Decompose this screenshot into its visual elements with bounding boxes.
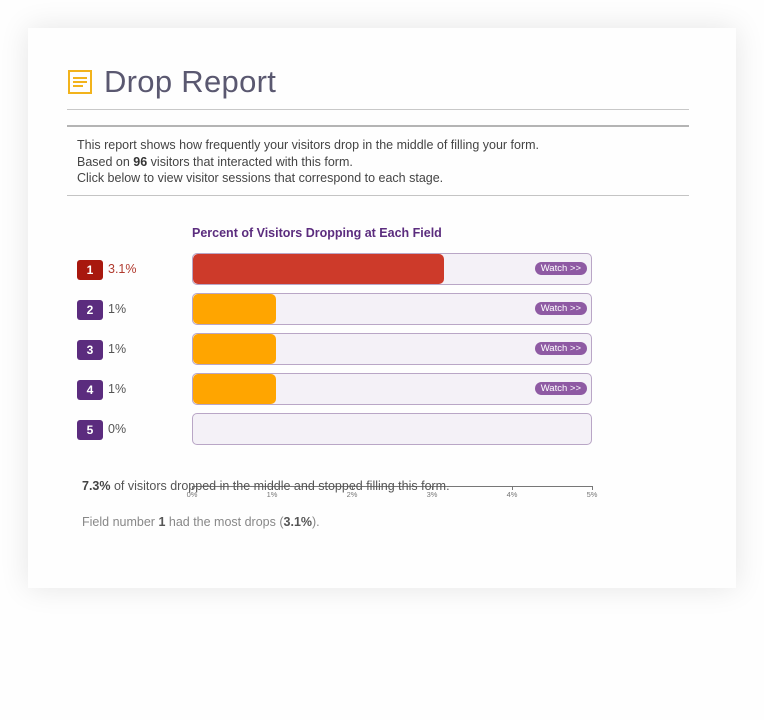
report-card: Drop Report This report shows how freque… bbox=[28, 28, 736, 588]
value-label: 0% bbox=[108, 422, 127, 436]
report-description: This report shows how frequently your vi… bbox=[77, 137, 539, 187]
chart-title: Percent of Visitors Dropping at Each Fie… bbox=[192, 226, 442, 240]
header: Drop Report bbox=[68, 62, 276, 102]
field-row: 3 1% Watch >> bbox=[77, 333, 597, 365]
x-tick-label: 5% bbox=[586, 490, 598, 499]
value-label: 1% bbox=[108, 382, 127, 396]
field-number-badge: 4 bbox=[77, 380, 103, 400]
bar-track: Watch >> bbox=[192, 253, 592, 285]
watch-button[interactable]: Watch >> bbox=[534, 342, 587, 355]
page-title: Drop Report bbox=[104, 64, 277, 99]
bar-track bbox=[192, 413, 592, 445]
divider bbox=[67, 195, 689, 196]
bar-track: Watch >> bbox=[192, 293, 592, 325]
field-number-badge: 5 bbox=[77, 420, 103, 440]
bar bbox=[193, 294, 276, 324]
description-line-2: Based on 96 visitors that interacted wit… bbox=[77, 154, 353, 169]
field-row: 1 3.1% Watch >> bbox=[77, 253, 597, 285]
value-label: 3.1% bbox=[108, 262, 137, 276]
field-number-badge: 3 bbox=[77, 340, 103, 360]
field-number-badge: 2 bbox=[77, 300, 103, 320]
divider bbox=[67, 125, 689, 127]
top-field-pct: 3.1% bbox=[283, 515, 313, 529]
bar-track: Watch >> bbox=[192, 373, 592, 405]
value-label: 1% bbox=[108, 302, 127, 316]
total-drop-pct: 7.3% bbox=[82, 479, 111, 493]
watch-button[interactable]: Watch >> bbox=[534, 302, 587, 315]
field-number-badge: 1 bbox=[77, 260, 103, 280]
description-line-1: This report shows how frequently your vi… bbox=[77, 138, 539, 152]
watch-button[interactable]: Watch >> bbox=[534, 382, 587, 395]
visitor-count: 96 bbox=[133, 154, 148, 169]
x-tick-label: 4% bbox=[506, 490, 518, 499]
summary-top-field: Field number 1 had the most drops (3.1%)… bbox=[82, 515, 320, 529]
description-line-3: Click below to view visitor sessions tha… bbox=[77, 171, 444, 185]
field-row: 5 0% bbox=[77, 413, 597, 445]
bar bbox=[193, 254, 444, 284]
value-label: 1% bbox=[108, 342, 127, 356]
report-lines-icon bbox=[68, 70, 92, 94]
bar-track: Watch >> bbox=[192, 333, 592, 365]
divider bbox=[67, 109, 689, 110]
field-row: 2 1% Watch >> bbox=[77, 293, 597, 325]
field-row: 4 1% Watch >> bbox=[77, 373, 597, 405]
summary-total: 7.3% of visitors dropped in the middle a… bbox=[82, 479, 450, 493]
watch-button[interactable]: Watch >> bbox=[534, 262, 587, 275]
bar bbox=[193, 334, 276, 364]
bar bbox=[193, 374, 276, 404]
